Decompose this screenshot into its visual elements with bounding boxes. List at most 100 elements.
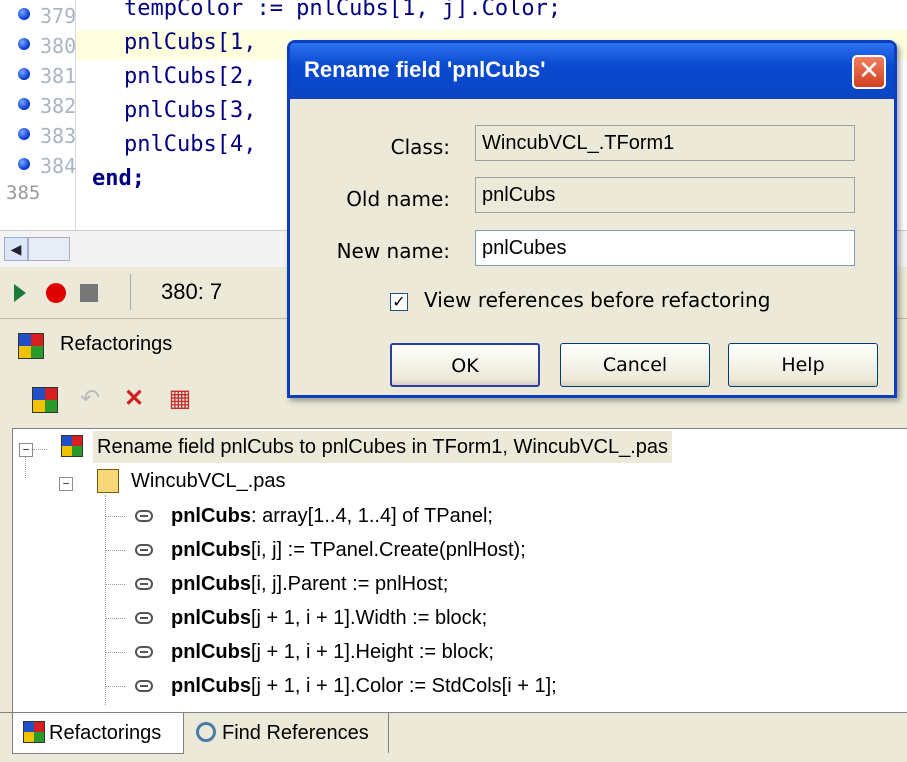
tree-connector: [25, 456, 26, 478]
tree-connector: [105, 584, 125, 585]
identifier: pnlCubs: [171, 675, 251, 697]
find-references-icon: [196, 722, 216, 742]
new-name-input[interactable]: pnlCubes: [475, 230, 855, 266]
tree-root-item[interactable]: Rename field pnlCubs to pnlCubes in TFor…: [93, 431, 673, 463]
tree-reference-item[interactable]: pnlCubs[j + 1, i + 1].Width := block;: [171, 602, 487, 634]
refactorings-cube-icon: [23, 721, 45, 743]
collapse-toggle-icon[interactable]: −: [59, 477, 73, 491]
view-references-label[interactable]: View references before refactoring: [424, 288, 770, 312]
breakpoint-icon: [18, 68, 30, 80]
stop-icon[interactable]: [80, 284, 98, 302]
breakpoint-icon: [18, 158, 30, 170]
gutter-digit: 380: [40, 34, 77, 58]
dialog-title: Rename field 'pnlCubs': [304, 57, 546, 82]
reference-icon: [135, 646, 153, 658]
refactorings-cube-icon: [18, 333, 44, 359]
tab-label: Refactorings: [49, 722, 162, 744]
gutter-line[interactable]: 383: [0, 120, 77, 150]
code-line: pnlCubs[3,: [124, 98, 257, 123]
tree-connector: [105, 618, 125, 619]
reference-icon: [135, 544, 153, 556]
rename-field-dialog: Rename field 'pnlCubs' ✕ Class: WincubVC…: [287, 40, 897, 398]
tab-find-references[interactable]: Find References: [188, 713, 389, 753]
breakpoint-icon: [18, 38, 30, 50]
gutter-line[interactable]: 379: [0, 0, 77, 30]
tree-reference-item[interactable]: pnlCubs: array[1..4, 1..4] of TPanel;: [171, 500, 493, 532]
code-line: tempColor := pnlCubs[1, j].Color;: [124, 0, 562, 21]
tree-connector: [105, 516, 125, 517]
apply-refactoring-icon[interactable]: [32, 387, 58, 413]
undo-icon[interactable]: ↶: [76, 385, 104, 413]
scroll-thumb[interactable]: [28, 237, 70, 261]
tree-reference-item[interactable]: pnlCubs[i, j] := TPanel.Create(pnlHost);: [171, 534, 526, 566]
tree-connector: [105, 652, 125, 653]
code-line: pnlCubs[2,: [124, 64, 257, 89]
reference-rest: [i, j].Parent := pnlHost;: [251, 573, 449, 595]
editor-gutter: 379 380 381 382 383 384 385: [0, 0, 76, 230]
reference-rest: : array[1..4, 1..4] of TPanel;: [251, 505, 493, 527]
gutter-line[interactable]: 382: [0, 90, 77, 120]
class-field: WincubVCL_.TForm1: [475, 125, 855, 161]
gutter-digit: 384: [40, 154, 77, 178]
tab-label: Find References: [222, 722, 369, 744]
dialog-title-bar[interactable]: Rename field 'pnlCubs' ✕: [290, 43, 894, 99]
tree-reference-item[interactable]: pnlCubs[j + 1, i + 1].Color := StdCols[i…: [171, 670, 557, 702]
close-icon[interactable]: ✕: [852, 55, 886, 89]
tree-reference-item[interactable]: pnlCubs[i, j].Parent := pnlHost;: [171, 568, 448, 600]
remove-icon[interactable]: ✕: [120, 385, 148, 413]
reference-rest: [j + 1, i + 1].Height := block;: [251, 641, 494, 663]
gutter-line[interactable]: 380: [0, 30, 77, 60]
panel-tabs: Refactorings Find References: [0, 712, 907, 762]
reference-rest: [i, j] := TPanel.Create(pnlHost);: [251, 539, 526, 561]
old-name-field: pnlCubs: [475, 177, 855, 213]
line-number: 385: [6, 182, 41, 204]
tree-connector: [105, 495, 106, 705]
record-macro-icon[interactable]: [46, 283, 66, 303]
pascal-file-icon: [97, 469, 119, 493]
identifier: pnlCubs: [171, 641, 251, 663]
reference-icon: [135, 612, 153, 624]
help-button[interactable]: Help: [728, 343, 878, 387]
run-icon[interactable]: [14, 284, 26, 302]
gutter-line[interactable]: 385: [0, 180, 75, 210]
collapse-toggle-icon[interactable]: −: [19, 443, 33, 457]
identifier: pnlCubs: [171, 573, 251, 595]
tree-connector: [33, 449, 47, 450]
view-references-checkbox[interactable]: ✓: [390, 293, 408, 311]
tree-connector: [105, 550, 125, 551]
gutter-digit: 383: [40, 124, 77, 148]
gutter-digit: 381: [40, 64, 77, 88]
breakpoint-icon: [18, 128, 30, 140]
old-name-label: Old name:: [346, 187, 450, 211]
tree-reference-item[interactable]: pnlCubs[j + 1, i + 1].Height := block;: [171, 636, 494, 668]
reference-icon: [135, 578, 153, 590]
breakpoint-icon: [18, 8, 30, 20]
cancel-button[interactable]: Cancel: [560, 343, 710, 387]
panel-title: Refactorings: [60, 333, 173, 355]
cursor-position: 380: 7: [130, 274, 311, 310]
tree-connector: [105, 686, 125, 687]
code-line: pnlCubs[1,: [124, 30, 257, 55]
identifier: pnlCubs: [171, 607, 251, 629]
ok-button[interactable]: OK: [390, 343, 540, 387]
gutter-digit: 382: [40, 94, 77, 118]
refactorings-tree[interactable]: − Rename field pnlCubs to pnlCubes in TF…: [12, 428, 907, 712]
tree-file-item[interactable]: WincubVCL_.pas: [131, 465, 286, 497]
tab-refactorings[interactable]: Refactorings: [12, 713, 184, 754]
remove-all-icon[interactable]: ▦: [166, 385, 194, 413]
gutter-digit: 379: [40, 4, 77, 28]
breakpoint-icon: [18, 98, 30, 110]
code-line: pnlCubs[4,: [124, 132, 257, 157]
code-line-end: end;: [92, 166, 145, 191]
reference-rest: [j + 1, i + 1].Width := block;: [251, 607, 488, 629]
gutter-line[interactable]: 384: [0, 150, 77, 180]
new-name-label: New name:: [336, 239, 450, 263]
class-label: Class:: [390, 135, 450, 159]
reference-rest: [j + 1, i + 1].Color := StdCols[i + 1];: [251, 675, 557, 697]
identifier: pnlCubs: [171, 505, 251, 527]
gutter-line[interactable]: 381: [0, 60, 77, 90]
refactoring-cube-icon: [61, 435, 83, 457]
reference-icon: [135, 680, 153, 692]
reference-icon: [135, 510, 153, 522]
scroll-left-arrow-icon[interactable]: ◀: [4, 237, 28, 261]
